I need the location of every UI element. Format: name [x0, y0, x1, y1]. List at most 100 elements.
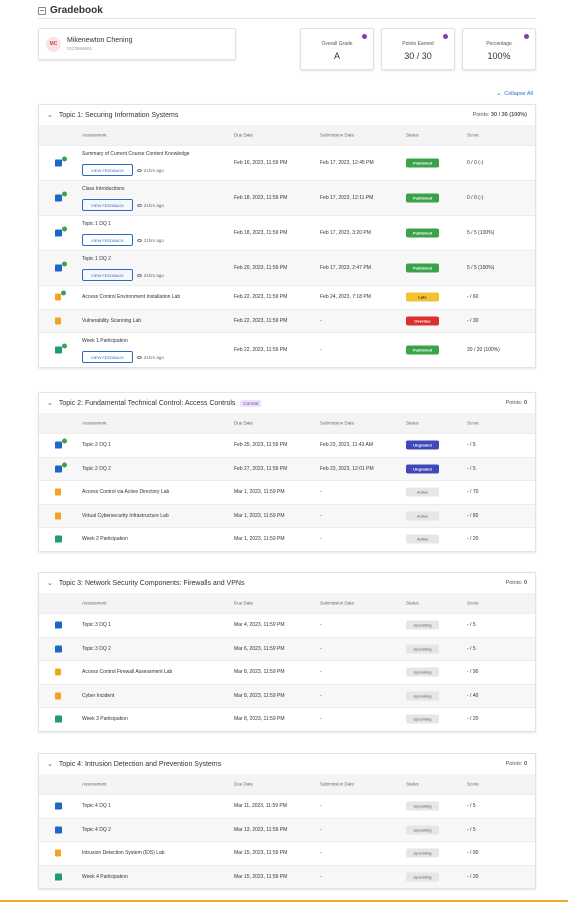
table-row[interactable]: Virtual Cybersecurity Infrastructure Lab… — [39, 503, 535, 527]
info-icon[interactable] — [362, 34, 367, 39]
status-badge: Upcoming — [406, 691, 439, 701]
topic-title: Topic 2: Fundamental Technical Control: … — [58, 399, 236, 407]
assessment-table: Assessment Due Date Submission Date Status S… — [39, 593, 535, 731]
table-row[interactable]: Summary of Current Course Content Knowle… — [39, 145, 535, 180]
assessment-name[interactable]: Topic 1 DQ 2 — [82, 256, 111, 262]
table-row[interactable]: Week 1 Participation VIEW FEEDBACK 21hrs a… — [39, 332, 535, 367]
status-badge: Published — [406, 263, 439, 273]
eye-icon — [136, 238, 142, 242]
stat-value: 30 / 30 — [404, 51, 432, 61]
submission-date: - — [320, 803, 322, 810]
submission-date: Feb 17, 2023, 3:20 PM — [320, 230, 371, 236]
file-icon — [55, 290, 66, 301]
discussion-icon — [55, 261, 67, 272]
submission-date: - — [320, 645, 322, 652]
score: - / 5 — [467, 622, 476, 629]
table-row[interactable]: Week 4 Participation Mar 15, 2023, 11:59 … — [39, 864, 535, 888]
gradebook-icon — [38, 6, 46, 15]
table-row[interactable]: Topic 4 DQ 1 Mar 11, 2023, 11:59 PM - Upcom… — [39, 794, 535, 818]
feedback-time: 21hrs ago — [136, 273, 164, 278]
chevron-down-icon[interactable]: ⌄ — [47, 111, 53, 119]
assessment-name[interactable]: Topic 3 DQ 2 — [82, 646, 111, 652]
view-feedback-button[interactable]: VIEW FEEDBACK — [82, 199, 133, 211]
assessment-name[interactable]: Summary of Current Course Content Knowle… — [82, 151, 190, 157]
topic-section: ⌄ Topic 2: Fundamental Technical Control:… — [38, 392, 536, 552]
score: - / 5 — [467, 803, 476, 810]
file-icon — [55, 317, 61, 325]
table-row[interactable]: Topic 1 DQ 2 VIEW FEEDBACK 21hrs ago Feb 20… — [39, 250, 535, 285]
table-row[interactable]: Intrusion Detection System (IDS) Lab Mar … — [39, 841, 535, 865]
due-date: Mar 1, 2023, 11:59 PM — [234, 536, 285, 543]
chevron-down-icon[interactable]: ⌄ — [47, 579, 53, 587]
col-submission-date: Submission Date — [320, 420, 355, 426]
topic-header[interactable]: ⌄ Topic 4: Intrusion Detection and Preven… — [39, 754, 535, 774]
assessment-name[interactable]: Vulnerability Scanning Lab — [82, 318, 141, 324]
assessment-name[interactable]: Topic 3 DQ 1 — [82, 622, 111, 628]
view-feedback-button[interactable]: VIEW FEEDBACK — [82, 351, 133, 363]
status-badge: Active — [406, 511, 439, 521]
chevron-down-icon[interactable]: ⌄ — [47, 760, 53, 768]
view-feedback-button[interactable]: VIEW FEEDBACK — [82, 234, 133, 246]
assessment-name[interactable]: Access Control Firewall Assessment Lab — [82, 669, 172, 675]
col-assessment: Assessment — [82, 600, 107, 606]
topic-header[interactable]: ⌄ Topic 1: Securing Information Systems Po… — [39, 105, 535, 125]
view-feedback-button[interactable]: VIEW FEEDBACK — [82, 269, 133, 281]
eye-icon — [136, 355, 142, 359]
submission-date: - — [320, 347, 322, 353]
ago-text: 21hrs ago — [143, 202, 164, 208]
view-feedback-button[interactable]: VIEW FEEDBACK — [82, 164, 133, 176]
table-header: Assessment Due Date Submission Date Status S… — [39, 413, 535, 433]
assessment-name[interactable]: Cyber Incident — [82, 693, 114, 699]
col-assessment: Assessment — [82, 781, 107, 787]
assessment-name[interactable]: Access Control Environment Installation … — [82, 294, 180, 300]
chevron-down-icon[interactable]: ⌄ — [47, 399, 53, 407]
assessment-name[interactable]: Topic 2 DQ 2 — [82, 466, 111, 472]
due-date: Mar 13, 2023, 11:59 PM — [234, 826, 288, 833]
table-row[interactable]: Topic 1 DQ 1 VIEW FEEDBACK 21hrs ago Feb 18… — [39, 215, 535, 250]
due-date: Mar 4, 2023, 11:59 PM — [234, 622, 285, 629]
table-row[interactable]: Topic 2 DQ 2 Feb 27, 2023, 11:59 PM Feb 23… — [39, 456, 535, 480]
assessment-name[interactable]: Topic 4 DQ 1 — [82, 803, 111, 809]
assessment-name[interactable]: Intrusion Detection System (IDS) Lab — [82, 850, 165, 856]
assessment-name[interactable]: Week 3 Participation — [82, 716, 128, 722]
table-header: Assessment Due Date Submission Date Status S… — [39, 593, 535, 613]
submission-date: - — [320, 512, 322, 519]
status-badge: Upcoming — [406, 801, 439, 811]
stat-label: Points Earned — [402, 41, 434, 47]
assessment-table: Assessment Due Date Submission Date Status S… — [39, 413, 535, 551]
table-row[interactable]: Access Control Firewall Assessment Lab Ma… — [39, 660, 535, 684]
topic-header[interactable]: ⌄ Topic 3: Network Security Components: F… — [39, 573, 535, 593]
assessment-name[interactable]: Topic 4 DQ 2 — [82, 827, 111, 833]
assessment-name[interactable]: Access Control via Active Directory Lab — [82, 489, 169, 495]
assessment-name[interactable]: Week 2 Participation — [82, 536, 128, 542]
table-row[interactable]: Cyber Incident Mar 8, 2023, 11:59 PM - Upco… — [39, 683, 535, 707]
assessment-name[interactable]: Week 4 Participation — [82, 874, 128, 880]
assessment-name[interactable]: Week 1 Participation — [82, 338, 128, 344]
table-row[interactable]: Topic 3 DQ 2 Mar 6, 2023, 11:59 PM - Upcomi… — [39, 636, 535, 660]
due-date: Feb 22, 2023, 11:59 PM — [234, 347, 288, 353]
table-row[interactable]: Topic 2 DQ 1 Feb 25, 2023, 11:59 PM Feb 23… — [39, 433, 535, 457]
check-icon — [62, 156, 67, 162]
info-icon[interactable] — [443, 34, 448, 39]
assessment-name[interactable]: Virtual Cybersecurity Infrastructure Lab — [82, 513, 169, 519]
table-row[interactable]: Access Control Environment Installation … — [39, 285, 535, 309]
assessment-name[interactable]: Class Introductions — [82, 186, 125, 192]
table-row[interactable]: Week 2 Participation Mar 1, 2023, 11:59 P… — [39, 527, 535, 551]
table-row[interactable]: Topic 4 DQ 2 Mar 13, 2023, 11:59 PM - Upcom… — [39, 817, 535, 841]
check-icon — [62, 261, 67, 267]
info-icon[interactable] — [524, 34, 529, 39]
assessment-name[interactable]: Topic 1 DQ 1 — [82, 221, 111, 227]
status-badge: Upcoming — [406, 872, 439, 882]
due-date: Mar 8, 2023, 11:59 PM — [234, 716, 285, 723]
submission-date: - — [320, 536, 322, 543]
table-row[interactable]: Class Introductions VIEW FEEDBACK 21hrs ag… — [39, 180, 535, 215]
topic-header[interactable]: ⌄ Topic 2: Fundamental Technical Control:… — [39, 393, 535, 413]
table-row[interactable]: Vulnerability Scanning Lab Feb 22, 2023, … — [39, 308, 535, 332]
table-row[interactable]: Week 3 Participation Mar 8, 2023, 11:59 P… — [39, 707, 535, 731]
table-row[interactable]: Access Control via Active Directory Lab M… — [39, 480, 535, 504]
eye-icon — [136, 203, 142, 207]
participation-icon — [55, 715, 62, 723]
table-row[interactable]: Topic 3 DQ 1 Mar 4, 2023, 11:59 PM - Upcomi… — [39, 613, 535, 637]
assessment-name[interactable]: Topic 2 DQ 1 — [82, 442, 111, 448]
collapse-all-link[interactable]: ⌄ Collapse All — [496, 90, 533, 98]
